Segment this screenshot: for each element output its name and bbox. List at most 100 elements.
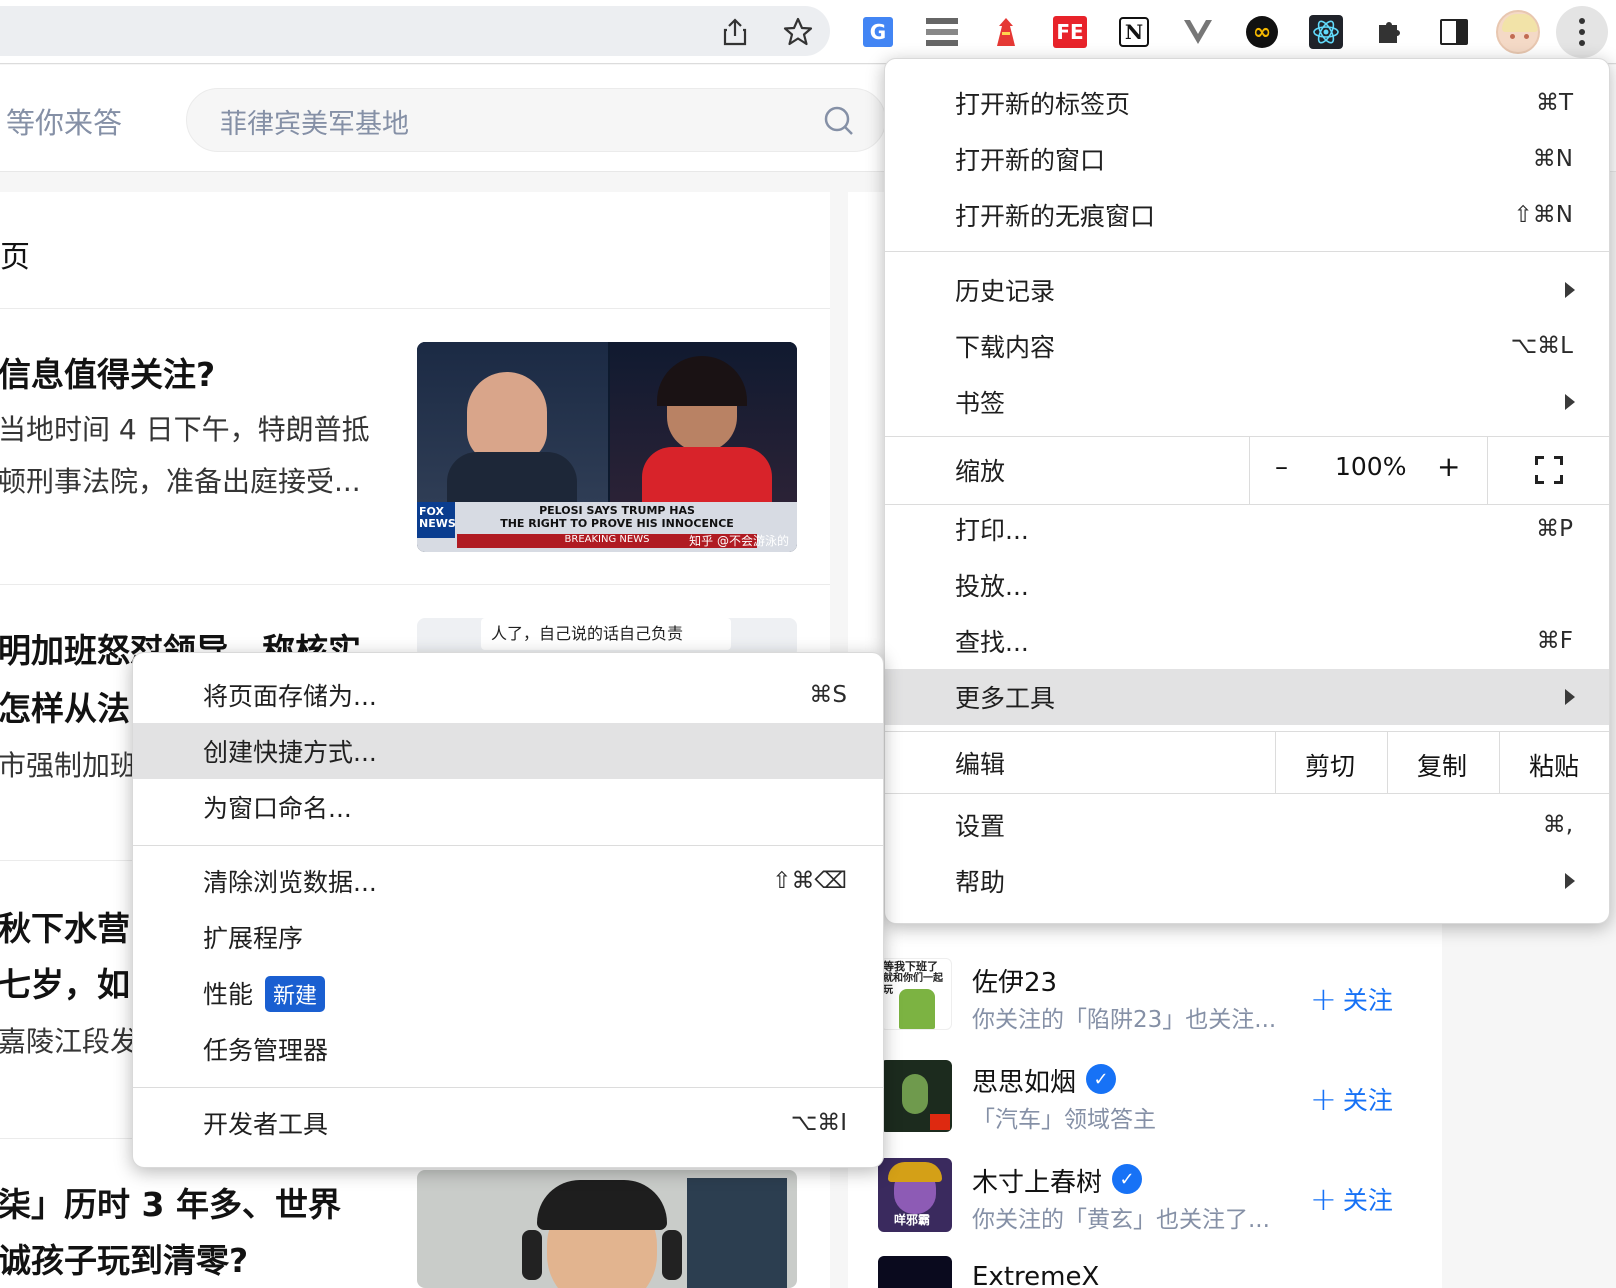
feed-item-title[interactable]: 柒」历时 3 年多、世界 <box>0 1178 341 1226</box>
menu-item-find[interactable]: 查找... ⌘F <box>885 613 1609 669</box>
divider <box>0 584 830 585</box>
menu-item-name-window[interactable]: 为窗口命名... <box>133 779 883 835</box>
zoom-out-button[interactable]: – <box>1275 452 1288 482</box>
search-input-value: 菲律宾美军基地 <box>220 109 409 140</box>
browser-toolbar: G FE N ∞ <box>0 0 1616 64</box>
menu-item-bookmarks[interactable]: 书签 <box>885 374 1609 430</box>
zoom-in-button[interactable]: + <box>1437 450 1460 483</box>
menu-divider <box>1499 731 1500 793</box>
menu-divider <box>885 251 1609 252</box>
menu-divider <box>885 731 1609 732</box>
menu-item-history[interactable]: 历史记录 <box>885 262 1609 318</box>
menu-item-incognito[interactable]: 打开新的无痕窗口 ⇧⌘N <box>885 187 1609 243</box>
user-description: 你关注的「黄玄」也关注了... <box>972 1207 1270 1233</box>
feed-item-thumbnail[interactable] <box>417 1170 797 1288</box>
plus-icon: + <box>1310 1080 1337 1118</box>
menu-divider <box>1249 436 1250 504</box>
menu-divider <box>133 1087 883 1088</box>
thumbnail-caption: PELOSI SAYS TRUMP HAS <box>539 504 695 517</box>
user-name[interactable]: ExtremeX <box>972 1262 1099 1288</box>
extension-red-icon[interactable] <box>986 12 1026 52</box>
fullscreen-icon[interactable] <box>1535 456 1563 484</box>
menu-item-more-tools[interactable]: 更多工具 <box>885 669 1609 725</box>
menu-item-settings[interactable]: 设置 ⌘, <box>885 797 1609 853</box>
vue-icon[interactable] <box>1178 12 1218 52</box>
user-avatar[interactable] <box>878 1256 952 1288</box>
paste-button[interactable]: 粘贴 <box>1529 747 1579 783</box>
menu-item-create-shortcut[interactable]: 创建快捷方式... <box>133 723 883 779</box>
user-avatar[interactable] <box>880 1060 952 1132</box>
feed-item-excerpt[interactable]: 嘉陵江段发 <box>0 1020 138 1060</box>
notion-icon[interactable]: N <box>1114 12 1154 52</box>
plus-icon: + <box>1310 980 1337 1018</box>
menu-item-developer-tools[interactable]: 开发者工具 ⌥⌘I <box>133 1095 883 1151</box>
react-devtools-icon[interactable] <box>1306 12 1346 52</box>
feed-item-title[interactable]: 怎样从法 <box>0 682 130 730</box>
fox-news-logo: FOX NEWS <box>417 502 456 538</box>
performance-label: 性能 <box>203 979 254 1009</box>
divider <box>0 308 830 309</box>
copy-button[interactable]: 复制 <box>1417 747 1467 783</box>
new-badge: 新建 <box>265 975 326 1012</box>
menu-item-zoom: 缩放 <box>955 457 1006 486</box>
feed-item-title[interactable]: 秋下水营 <box>0 902 130 950</box>
follow-button[interactable]: + 关注 <box>1310 1180 1393 1218</box>
user-avatar[interactable]: 咩邪霸 <box>878 1158 952 1232</box>
menu-item-help[interactable]: 帮助 <box>885 853 1609 909</box>
menu-item-task-manager[interactable]: 任务管理器 <box>133 1021 883 1077</box>
side-panel-icon[interactable] <box>1434 12 1474 52</box>
user-name[interactable]: 木寸上春树 <box>972 1162 1102 1199</box>
follow-button[interactable]: + 关注 <box>1310 1080 1393 1118</box>
share-icon[interactable] <box>715 12 755 52</box>
feed-item-excerpt[interactable]: 市强制加班 <box>0 744 138 784</box>
feed-item-excerpt[interactable]: 顿刑事法院，准备出庭接受... <box>0 460 361 500</box>
menu-item-edit: 编辑 <box>955 750 1006 779</box>
infinity-icon[interactable]: ∞ <box>1242 12 1282 52</box>
avatar-caption: 咩邪霸 <box>894 1213 931 1227</box>
google-translate-icon[interactable]: G <box>858 12 898 52</box>
menu-item-save-page[interactable]: 将页面存储为... ⌘S <box>133 667 883 723</box>
menu-divider <box>133 845 883 846</box>
search-icon[interactable] <box>823 105 855 141</box>
address-bar[interactable] <box>0 6 830 56</box>
menu-item-downloads[interactable]: 下载内容 ⌥⌘L <box>885 318 1609 374</box>
thumbnail-watermark: 知乎 @不会游泳的 <box>689 534 789 548</box>
menu-item-print[interactable]: 打印... ⌘P <box>885 501 1609 557</box>
extension-list-icon[interactable] <box>922 12 962 52</box>
feed-item-thumbnail[interactable]: FOX NEWS PELOSI SAYS TRUMP HAS THE RIGHT… <box>417 342 797 552</box>
feed-tab-fragment[interactable]: 页 <box>0 232 30 276</box>
submenu-arrow-icon <box>1565 689 1575 705</box>
feed-item-title[interactable]: 诚孩子玩到清零? <box>0 1234 248 1282</box>
thumbnail-caption: THE RIGHT TO PROVE HIS INNOCENCE <box>500 517 734 530</box>
bookmark-star-icon[interactable] <box>778 12 818 52</box>
menu-item-clear-browsing-data[interactable]: 清除浏览数据... ⇧⌘⌫ <box>133 853 883 909</box>
avatar-caption: 等我下班了 <box>883 960 938 973</box>
user-description: 你关注的「陷阱23」也关注... <box>972 1007 1277 1033</box>
menu-divider <box>1487 436 1488 504</box>
extension-fe-icon[interactable]: FE <box>1050 12 1090 52</box>
submenu-arrow-icon <box>1565 873 1575 889</box>
user-name[interactable]: 思思如烟 <box>972 1062 1076 1099</box>
puzzle-icon[interactable] <box>1370 12 1410 52</box>
menu-item-performance[interactable]: 性能 新建 <box>133 965 883 1021</box>
menu-item-cast[interactable]: 投放... <box>885 557 1609 613</box>
submenu-arrow-icon <box>1565 394 1575 410</box>
menu-divider <box>885 793 1609 794</box>
waiting-answers-link[interactable]: 等你来答 <box>6 100 122 142</box>
menu-item-new-window[interactable]: 打开新的窗口 ⌘N <box>885 131 1609 187</box>
menu-item-new-tab[interactable]: 打开新的标签页 ⌘T <box>885 75 1609 131</box>
feed-item-title[interactable]: 七岁，如 <box>0 958 130 1006</box>
menu-item-extensions[interactable]: 扩展程序 <box>133 909 883 965</box>
more-menu-icon[interactable] <box>1556 6 1608 58</box>
profile-avatar[interactable] <box>1496 10 1540 54</box>
more-tools-submenu: 将页面存储为... ⌘S 创建快捷方式... 为窗口命名... 清除浏览数据...… <box>132 652 884 1168</box>
submenu-arrow-icon <box>1565 282 1575 298</box>
follow-button[interactable]: + 关注 <box>1310 980 1393 1018</box>
chrome-main-menu: 打开新的标签页 ⌘T 打开新的窗口 ⌘N 打开新的无痕窗口 ⇧⌘N 历史记录 下载内容… <box>884 58 1610 924</box>
feed-item-title[interactable]: 信息值得关注? <box>0 348 215 396</box>
cut-button[interactable]: 剪切 <box>1305 747 1355 783</box>
verified-badge-icon: ✓ <box>1086 1064 1116 1094</box>
feed-item-excerpt[interactable]: 当地时间 4 日下午，特朗普抵 <box>0 408 370 448</box>
user-avatar[interactable]: 等我下班了 就和你们一起玩 <box>880 958 952 1030</box>
user-name[interactable]: 佐伊23 <box>972 962 1057 999</box>
